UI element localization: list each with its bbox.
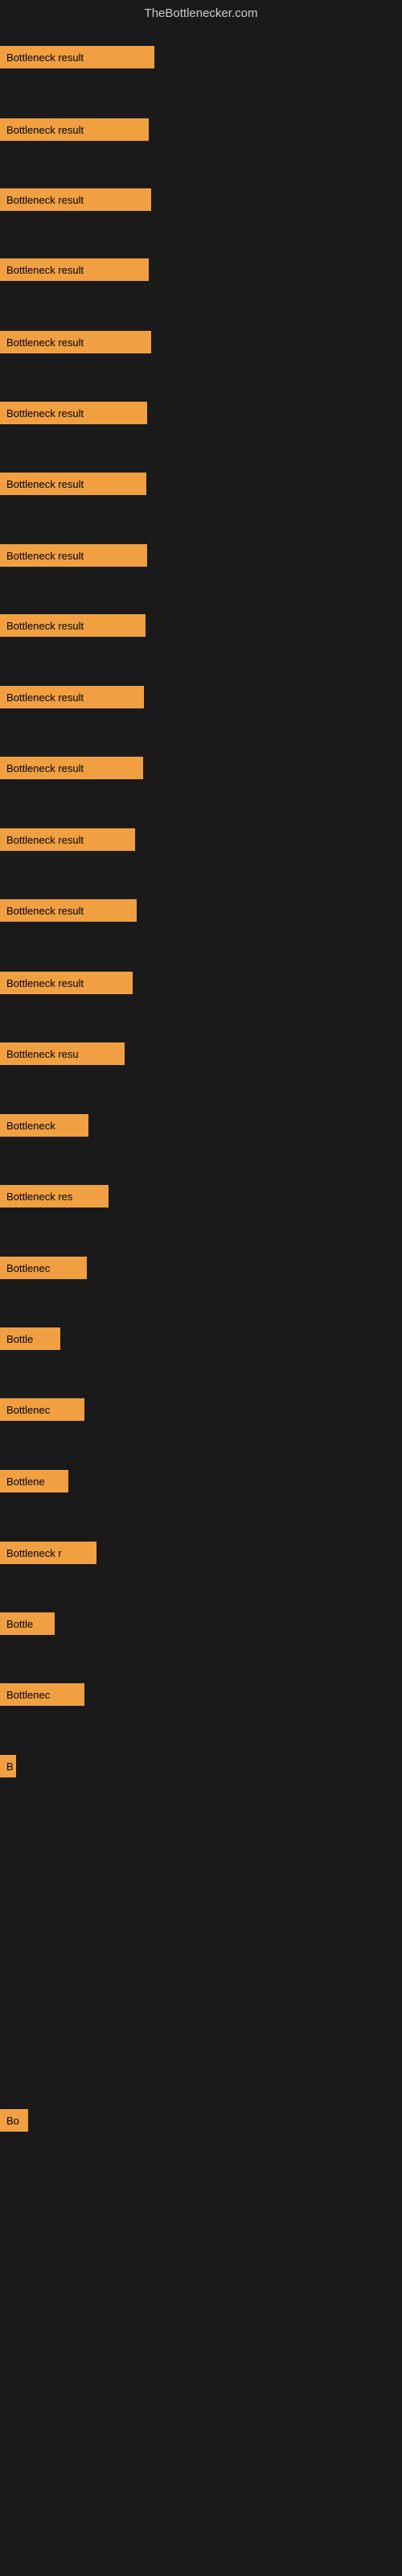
bottleneck-result-item[interactable]: Bottleneck result	[0, 614, 146, 637]
bottleneck-result-item[interactable]: Bottleneck result	[0, 331, 151, 353]
bottleneck-result-item[interactable]: Bottle	[0, 1327, 60, 1350]
bottleneck-result-item[interactable]: Bottle	[0, 1612, 55, 1635]
bottleneck-result-item[interactable]: B	[0, 1755, 16, 1777]
bottleneck-result-item[interactable]: Bottleneck result	[0, 899, 137, 922]
bottleneck-result-item[interactable]: Bottleneck result	[0, 188, 151, 211]
bottleneck-result-item[interactable]: Bottleneck r	[0, 1542, 96, 1564]
site-header: TheBottlenecker.com	[0, 0, 402, 23]
bottleneck-result-item[interactable]: Bottleneck result	[0, 972, 133, 994]
bottleneck-result-item[interactable]: Bottlenec	[0, 1683, 84, 1706]
bottleneck-result-item[interactable]: Bottleneck resu	[0, 1042, 125, 1065]
bottleneck-result-item[interactable]: Bottleneck result	[0, 402, 147, 424]
bottleneck-result-item[interactable]: Bottleneck result	[0, 46, 154, 68]
bottleneck-result-item[interactable]: Bottleneck result	[0, 544, 147, 567]
bottleneck-result-item[interactable]: Bottlene	[0, 1470, 68, 1492]
bottleneck-result-item[interactable]: Bottlenec	[0, 1257, 87, 1279]
bottleneck-result-item[interactable]: Bottlenec	[0, 1398, 84, 1421]
bottleneck-result-item[interactable]: Bottleneck result	[0, 686, 144, 708]
bottleneck-result-item[interactable]: Bottleneck result	[0, 473, 146, 495]
bottleneck-result-item[interactable]: Bottleneck	[0, 1114, 88, 1137]
bottleneck-result-item[interactable]: Bottleneck result	[0, 118, 149, 141]
bottleneck-result-item[interactable]: Bottleneck result	[0, 828, 135, 851]
bottleneck-result-item[interactable]: Bottleneck result	[0, 258, 149, 281]
bottleneck-result-item[interactable]: Bo	[0, 2109, 28, 2132]
bottleneck-result-item[interactable]: Bottleneck res	[0, 1185, 109, 1208]
bottleneck-result-item[interactable]: Bottleneck result	[0, 757, 143, 779]
